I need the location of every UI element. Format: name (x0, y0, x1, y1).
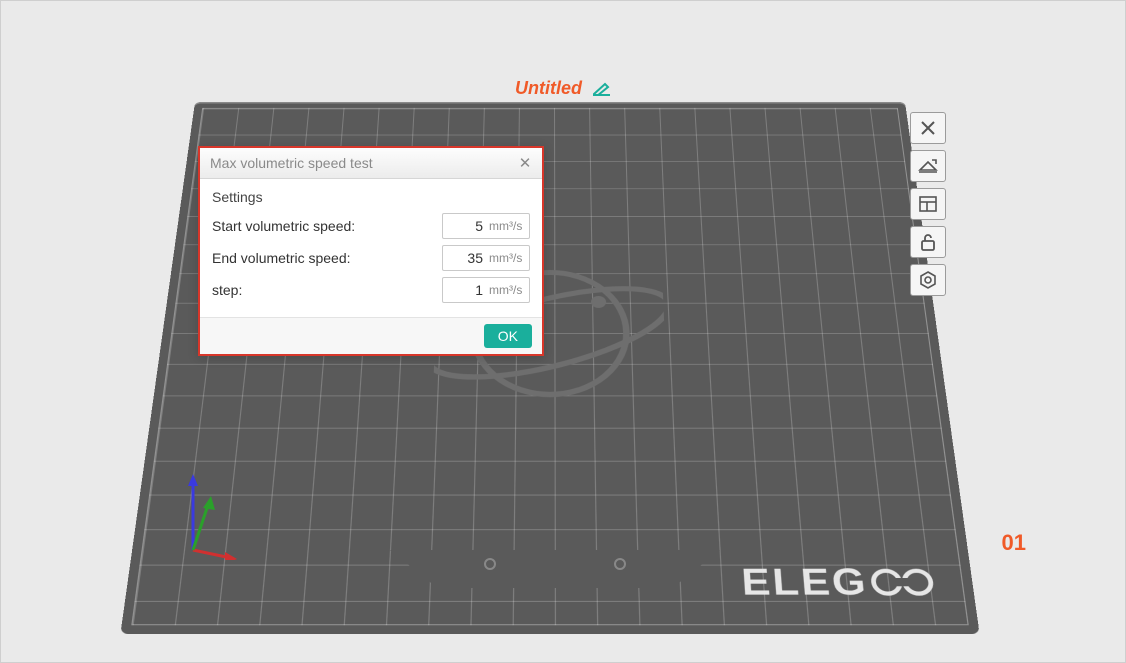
unlock-icon (920, 233, 936, 251)
unit-label: mm³/s (487, 251, 529, 265)
edit-title-icon[interactable] (593, 80, 611, 101)
plate-brand-label: ELEG (740, 561, 942, 605)
start-speed-input[interactable] (443, 217, 487, 235)
step-field[interactable]: mm³/s (442, 277, 530, 303)
dialog-section-label: Settings (212, 189, 530, 205)
end-speed-input[interactable] (443, 249, 487, 267)
plate-index-label: 01 (1002, 530, 1026, 556)
toolbar-panel-button[interactable] (910, 188, 946, 220)
ok-button[interactable]: OK (484, 324, 532, 348)
max-volumetric-speed-dialog: Max volumetric speed test ✕ Settings Sta… (198, 146, 544, 356)
toolbar-lock-button[interactable] (910, 226, 946, 258)
end-speed-label: End volumetric speed: (212, 250, 442, 266)
step-input[interactable] (443, 281, 487, 299)
close-icon: ✕ (519, 156, 532, 171)
toolbar-settings-button[interactable] (910, 264, 946, 296)
plate-toolbar (910, 112, 946, 296)
panel-layout-icon (919, 196, 937, 212)
dialog-title: Max volumetric speed test (210, 155, 516, 171)
step-label: step: (212, 282, 442, 298)
project-title-row: Untitled (0, 78, 1126, 101)
dialog-close-button[interactable]: ✕ (516, 154, 534, 172)
unit-label: mm³/s (487, 283, 529, 297)
toolbar-plate-type-button[interactable] (910, 150, 946, 182)
start-speed-field[interactable]: mm³/s (442, 213, 530, 239)
start-speed-label: Start volumetric speed: (212, 218, 442, 234)
toolbar-close-button[interactable] (910, 112, 946, 144)
plate-front-tab (380, 550, 730, 590)
plate-type-icon (918, 158, 938, 174)
project-title[interactable]: Untitled (515, 78, 582, 98)
unit-label: mm³/s (487, 219, 529, 233)
hex-settings-icon (919, 271, 937, 289)
end-speed-field[interactable]: mm³/s (442, 245, 530, 271)
dialog-header[interactable]: Max volumetric speed test ✕ (200, 148, 542, 179)
close-icon (919, 119, 937, 137)
